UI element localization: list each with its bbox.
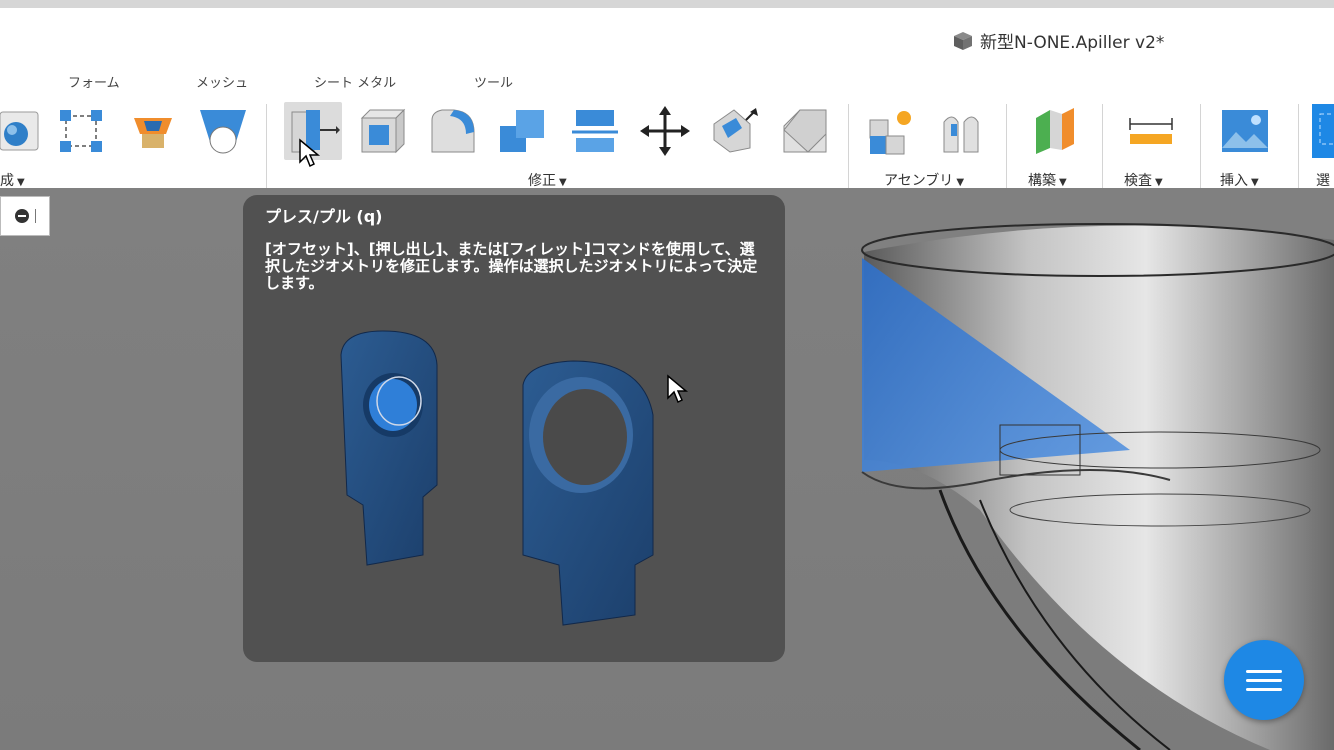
joint-icon bbox=[943, 116, 979, 153]
mouse-cursor bbox=[667, 374, 689, 404]
hamburger-icon bbox=[1246, 687, 1282, 691]
tooltip-title: プレス/プル (q) bbox=[265, 207, 383, 226]
measure-icon bbox=[1129, 118, 1173, 144]
tab-mesh[interactable]: メッシュ bbox=[196, 72, 248, 91]
toolbar-area: 新型N-ONE.Apiller v2* フォーム メッシュ シート メタル ツー… bbox=[0, 0, 1334, 190]
split-body-tool[interactable] bbox=[566, 102, 624, 160]
move-tool[interactable] bbox=[636, 102, 694, 160]
menu-button[interactable] bbox=[1224, 640, 1304, 720]
browser-collapsed-panel[interactable] bbox=[0, 196, 50, 236]
hamburger-icon bbox=[1246, 669, 1282, 673]
combine-icon bbox=[500, 110, 544, 152]
tab-sheet-metal[interactable]: シート メタル bbox=[314, 72, 396, 91]
sketch-edit-tool[interactable] bbox=[52, 102, 110, 160]
plane-icon bbox=[1036, 108, 1074, 154]
press-pull-illustration bbox=[340, 330, 654, 626]
mouse-cursor bbox=[299, 138, 321, 168]
tab-tools[interactable]: ツール bbox=[474, 72, 513, 91]
panel-handle[interactable] bbox=[35, 209, 36, 223]
new-component-tool[interactable] bbox=[862, 102, 920, 160]
divider bbox=[1006, 104, 1007, 188]
document-title-text: 新型N-ONE.Apiller v2* bbox=[980, 33, 1165, 53]
shell-tool[interactable] bbox=[354, 102, 412, 160]
divider bbox=[266, 104, 267, 188]
joint-tool[interactable] bbox=[932, 102, 990, 160]
divider bbox=[1200, 104, 1201, 188]
chamfer-tool[interactable] bbox=[776, 102, 834, 160]
sphere-icon bbox=[0, 111, 39, 151]
group-inspect[interactable]: 検査 ▼ bbox=[1124, 170, 1163, 190]
tooltip-description: [オフセット]、[押し出し]、または[フィレット]コマンドを使用して、選択したジ… bbox=[265, 240, 758, 292]
shell-icon bbox=[360, 108, 406, 154]
divider bbox=[848, 104, 849, 188]
form-box-icon bbox=[134, 118, 172, 148]
plane-tool[interactable] bbox=[1026, 102, 1084, 160]
tooltip-press-pull: プレス/プル (q) [オフセット]、[押し出し]、または[フィレット]コマンド… bbox=[243, 195, 785, 662]
insert-image-tool[interactable] bbox=[1216, 102, 1274, 160]
split-body-icon bbox=[572, 110, 618, 152]
move-icon bbox=[640, 106, 690, 156]
new-component-icon bbox=[869, 111, 911, 155]
divider bbox=[1102, 104, 1103, 188]
collapse-icon[interactable] bbox=[15, 209, 29, 223]
insert-image-icon bbox=[1222, 110, 1268, 152]
fillet-tool[interactable] bbox=[424, 102, 482, 160]
chamfer-icon bbox=[783, 109, 827, 153]
tab-form[interactable]: フォーム bbox=[68, 72, 120, 91]
mesh-icon bbox=[200, 110, 246, 154]
group-construct[interactable]: 構築 ▼ bbox=[1028, 170, 1067, 190]
group-create[interactable]: 成 ▼ bbox=[0, 170, 25, 190]
sketch-edit-icon bbox=[60, 110, 102, 152]
fillet-icon bbox=[431, 109, 475, 153]
combine-tool[interactable] bbox=[494, 102, 552, 160]
group-assemble[interactable]: アセンブリ ▼ bbox=[884, 170, 964, 190]
scale-icon bbox=[713, 108, 758, 153]
select-tool[interactable] bbox=[1310, 102, 1334, 160]
cube-icon bbox=[954, 31, 972, 50]
group-modify[interactable]: 修正 ▼ bbox=[528, 170, 567, 190]
mesh-tool[interactable] bbox=[194, 102, 252, 160]
divider bbox=[1298, 104, 1299, 188]
select-icon bbox=[1312, 104, 1334, 158]
document-title: 新型N-ONE.Apiller v2* bbox=[952, 28, 1164, 53]
scale-tool[interactable] bbox=[706, 102, 764, 160]
hamburger-icon bbox=[1246, 678, 1282, 682]
sphere-tool[interactable] bbox=[0, 102, 48, 160]
group-insert[interactable]: 挿入 ▼ bbox=[1220, 170, 1259, 190]
form-box-tool[interactable] bbox=[124, 102, 182, 160]
group-select[interactable]: 選 bbox=[1316, 170, 1330, 190]
measure-tool[interactable] bbox=[1122, 102, 1180, 160]
